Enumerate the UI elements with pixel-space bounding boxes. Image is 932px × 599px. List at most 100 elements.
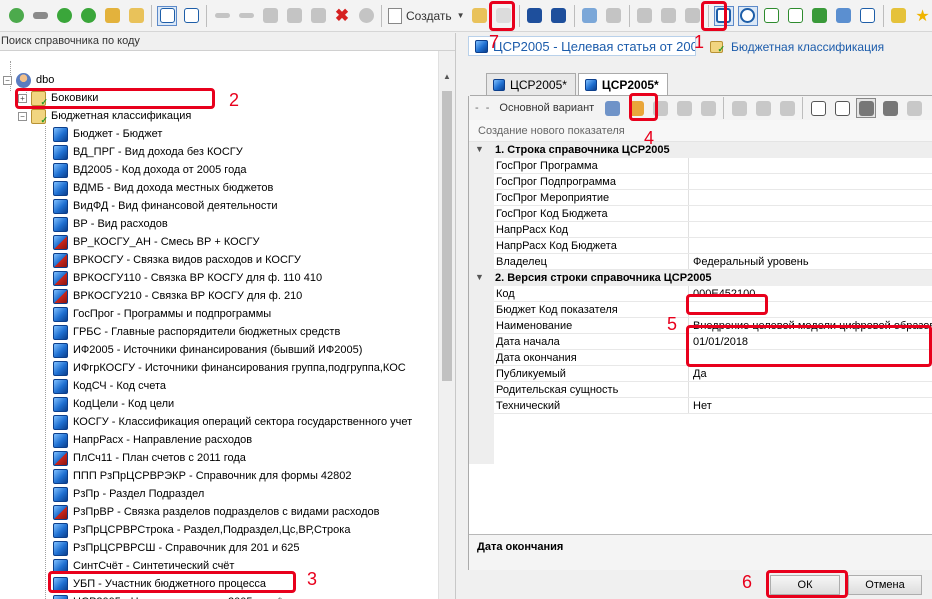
tree-item[interactable]: ВРКОСГУ - Связка видов расходов и КОСГУ [53,251,301,269]
property-row[interactable]: НапрРасх Код [469,222,932,238]
create-indicator-icon[interactable] [626,98,646,118]
collapse-section-icon[interactable]: ▼ [475,272,484,282]
property-row[interactable]: Технический Нет [469,398,932,414]
property-row[interactable]: Бюджет Код показателя [469,302,932,318]
panel-view-icon[interactable] [181,6,201,26]
tree-scrollbar[interactable]: ▲ [438,51,455,599]
tree-item[interactable]: + Боковики [18,89,98,108]
property-row[interactable]: Родительская сущность [469,382,932,398]
tree-item[interactable]: РзПрЦСРВРСШ - Справочник для 201 и 625 [53,539,300,557]
tree-item[interactable]: ЦСР2005 - Целевая статья от 2005 года* [53,593,282,599]
property-row[interactable]: Дата начала 01/01/2018 [469,334,932,350]
clear-filter-icon[interactable] [904,98,924,118]
wand-icon[interactable] [889,6,909,26]
property-row[interactable]: ГосПрог Код Бюджета [469,206,932,222]
move-icon[interactable] [753,98,773,118]
property-row[interactable]: НапрРасх Код Бюджета [469,238,932,254]
tree-item[interactable]: ВРКОСГУ210 - Связка ВР КОСГУ для ф. 210 [53,287,302,305]
tree-item[interactable]: ВД_ПРГ - Вид дохода без КОСГУ [53,143,243,161]
tree-item[interactable]: ИФ2005 - Источники финансирования (бывши… [53,341,362,359]
collapse-icon[interactable]: − [3,75,12,85]
tree-view-icon[interactable] [157,5,177,26]
cancel-button[interactable]: Отмена [848,575,922,595]
variant-label[interactable]: Основной вариант [499,102,594,114]
section-header[interactable]: ▼ 1. Строка справочника ЦСР2005 [469,142,932,158]
open-folder-icon[interactable] [470,6,490,26]
collapse-section-icon[interactable]: ▼ [475,144,484,154]
edit-document-icon[interactable] [762,6,782,26]
find-icon[interactable] [356,6,376,26]
property-value[interactable]: Внедрение целевой модели цифровой образо… [693,320,932,332]
tree-item[interactable]: Бюджет - Бюджет [53,125,162,143]
list-icon[interactable] [808,98,828,118]
property-value[interactable]: 000E452100 [693,288,755,300]
property-row[interactable]: Код 000E452100 [469,286,932,302]
up-folder-icon[interactable] [126,6,146,26]
import-icon[interactable] [580,6,600,26]
grid-icon[interactable] [683,6,703,26]
tab-csr2005-active[interactable]: ЦСР2005* [577,73,668,96]
tree-item[interactable]: РзПр - Раздел Подраздел [53,485,204,503]
home-icon[interactable] [102,6,122,26]
tree-item[interactable]: − Бюджетная классификация [18,107,191,126]
delete-icon[interactable]: ✖ [332,6,352,26]
property-row[interactable]: Наименование Внедрение целевой модели циф… [469,318,932,334]
tree-item[interactable]: ПлСч11 - План счетов с 2011 года [53,449,246,467]
chart-icon[interactable] [810,6,830,26]
forward-icon[interactable] [78,6,98,26]
tree-item[interactable]: ППП РзПрЦСРВРЭКР - Справочник для формы … [53,467,352,485]
scroll-up-icon[interactable]: ▲ [439,69,455,85]
link-indicator-icon[interactable] [698,98,718,118]
duplicate-icon[interactable] [729,98,749,118]
monitor-icon[interactable] [713,5,734,26]
back-icon[interactable] [54,6,74,26]
export-icon[interactable] [604,6,624,26]
collapse-icon[interactable]: − [18,111,27,121]
tree-item[interactable]: ВРКОСГУ110 - Связка ВР КОСГУ для ф. 110 … [53,269,322,287]
tree-item[interactable]: РзПрЦСРВРСтрока - Раздел,Подраздел,Цс,ВР… [53,521,350,539]
tree-item[interactable]: ВидФД - Вид финансовой деятельности [53,197,278,215]
section-header[interactable]: ▼ 2. Версия строки справочника ЦСР2005 [469,270,932,286]
properties-icon[interactable] [737,5,758,26]
property-row[interactable]: ГосПрог Мероприятие [469,190,932,206]
save-as-icon[interactable] [549,6,569,26]
ok-button[interactable]: ОК [770,575,840,595]
create-dropdown[interactable]: Создать ▼ [388,6,465,26]
property-row[interactable]: Владелец Федеральный уровень [469,254,932,270]
image-icon[interactable] [834,6,854,26]
document-tab[interactable]: ЦСР2005 - Целевая статья от 2005 [468,36,696,56]
property-value[interactable]: Да [693,368,707,380]
paste-icon[interactable] [308,6,328,26]
mail-icon[interactable] [858,6,878,26]
tree-item[interactable]: ГосПрог - Программы и подпрограммы [53,305,271,323]
expand-icon[interactable]: + [18,93,27,103]
property-value[interactable]: Нет [693,400,712,412]
tree-item[interactable]: ГРБС - Главные распорядители бюджетных с… [53,323,340,341]
tree-item[interactable]: ВД2005 - Код дохода от 2005 года [53,161,247,179]
property-row[interactable]: ГосПрог Подпрограмма [469,174,932,190]
link-icon[interactable] [30,6,50,26]
tree-item[interactable]: РзПрВР - Связка разделов подразделов с в… [53,503,380,521]
table-icon[interactable] [832,98,852,118]
tree-item[interactable]: КодЦели - Код цели [53,395,174,413]
property-value[interactable]: 01/01/2018 [693,336,748,348]
tree-item[interactable]: КодСЧ - Код счета [53,377,166,395]
tree-item[interactable]: КОСГУ - Классификация операций сектора г… [53,413,412,431]
copy-indicator-icon[interactable] [650,98,670,118]
export-document-icon[interactable] [786,6,806,26]
save-icon[interactable] [525,6,545,26]
tree-item[interactable]: СинтСчёт - Синтетический счёт [53,557,234,575]
variant-settings-icon[interactable] [602,98,622,118]
redo-icon[interactable] [236,6,256,26]
tree-node-dbo[interactable]: − dbo [3,71,54,89]
tree-item[interactable]: ВДМБ - Вид дохода местных бюджетов [53,179,273,197]
tab-csr2005-first[interactable]: ЦСР2005* [486,73,576,95]
paste-indicator-icon[interactable] [674,98,694,118]
filter-icon[interactable] [856,98,877,118]
tree-item[interactable]: ВР - Вид расходов [53,215,168,233]
budget-classification-link[interactable]: Бюджетная классификация [710,40,884,55]
disk-icon[interactable] [635,6,655,26]
tree-item[interactable]: ВР_КОСГУ_АН - Смесь ВР + КОСГУ [53,233,260,251]
property-row[interactable]: Дата окончания [469,350,932,366]
merge-icon[interactable] [777,98,797,118]
